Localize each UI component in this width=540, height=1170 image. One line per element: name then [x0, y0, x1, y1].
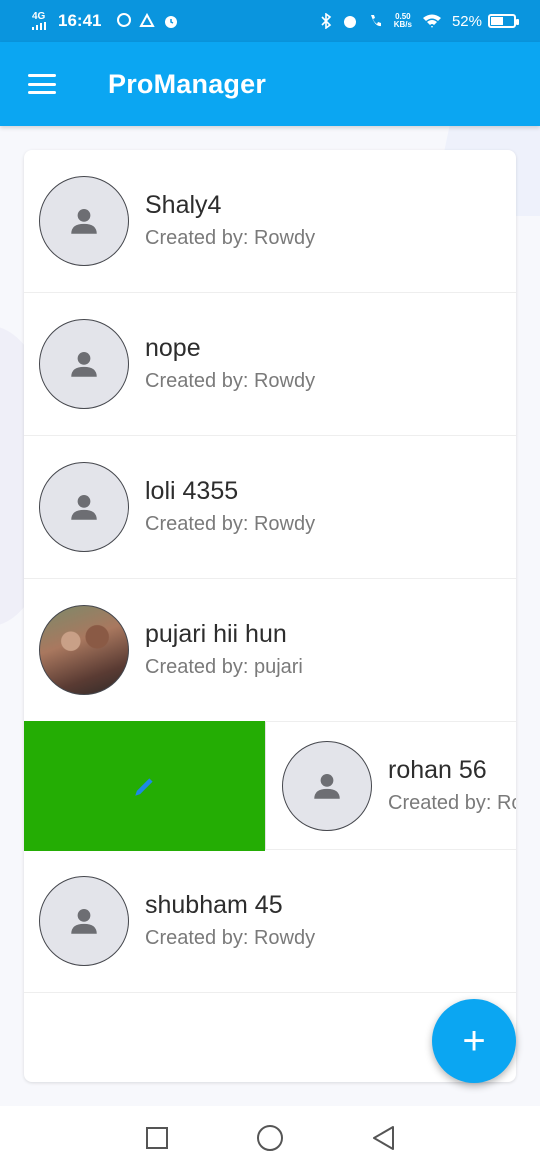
project-creator: Created by: Rowdy [145, 370, 316, 392]
status-time: 16:41 [58, 11, 102, 30]
network-label: 4G [32, 11, 46, 22]
person-icon [71, 494, 97, 520]
alarm-icon [165, 16, 178, 28]
alarm-status-icon [343, 16, 356, 28]
app-bar: ProManager [0, 42, 540, 126]
person-icon [71, 351, 97, 377]
back-button[interactable] [363, 1118, 403, 1158]
battery-percent: 52% [451, 12, 482, 30]
wifi-calling-icon [370, 15, 381, 27]
triangle-back-icon [373, 1126, 395, 1150]
recents-button[interactable] [137, 1118, 177, 1158]
wifi-icon [422, 14, 441, 28]
swipe-edit-button[interactable] [24, 721, 265, 851]
network-speed: 0.50 KB/s [394, 13, 412, 29]
plus-icon: + [462, 1019, 486, 1063]
list-item[interactable]: shubham 45 Created by: Rowdy [24, 850, 516, 993]
person-icon [71, 908, 97, 934]
avatar [39, 176, 129, 266]
project-creator: Created by: Rowdy [145, 927, 316, 949]
list-item[interactable]: loli 4355 Created by: Rowdy [24, 436, 516, 579]
project-name: pujari hii hun [145, 620, 287, 648]
person-icon [71, 208, 97, 234]
project-name: loli 4355 [145, 477, 239, 505]
circle-icon [256, 1125, 283, 1151]
home-button[interactable] [250, 1118, 290, 1158]
list-item[interactable]: nope Created by: Rowdy [24, 293, 516, 436]
battery-icon [488, 14, 519, 28]
battery-indicator: 52% [451, 12, 519, 30]
project-name: nope [145, 334, 201, 362]
network-indicator: 4G [32, 12, 48, 30]
avatar [282, 740, 372, 831]
menu-button[interactable] [0, 42, 84, 126]
project-list: Shaly4 Created by: Rowdy nope Created by… [24, 150, 516, 1082]
system-nav-bar [0, 1106, 540, 1170]
drive-icon [139, 13, 156, 27]
list-item[interactable]: Shaly4 Created by: Rowdy [24, 150, 516, 293]
avatar [39, 462, 129, 552]
speed-unit: KB/s [393, 20, 412, 29]
project-creator: Created by: pujari [145, 656, 303, 678]
avatar-photo [39, 605, 129, 695]
project-creator: Created by: Rowdy [145, 227, 316, 249]
chrome-icon [117, 13, 132, 27]
square-icon [145, 1127, 168, 1149]
signal-icon [32, 22, 46, 30]
project-name: Shaly4 [145, 191, 222, 219]
project-creator: Created by: Rowdy [145, 513, 316, 535]
project-name: rohan 56 [388, 755, 487, 784]
add-project-button[interactable]: + [432, 999, 516, 1083]
avatar [39, 319, 129, 409]
bluetooth-icon [321, 13, 331, 29]
list-item-swiped[interactable]: rohan 56 Created by: Rc [265, 722, 516, 850]
app-title: ProManager [108, 68, 267, 99]
project-name: shubham 45 [145, 891, 283, 919]
avatar [39, 876, 129, 966]
list-item[interactable]: pujari hii hun Created by: pujari [24, 579, 516, 722]
hamburger-menu-icon [28, 74, 56, 94]
pencil-icon [134, 778, 153, 796]
battery-fill [491, 17, 504, 25]
person-icon [314, 773, 340, 799]
status-bar: 4G 16:41 0.50 KB/s 52% [0, 0, 540, 42]
project-creator: Created by: Rc [388, 791, 516, 814]
